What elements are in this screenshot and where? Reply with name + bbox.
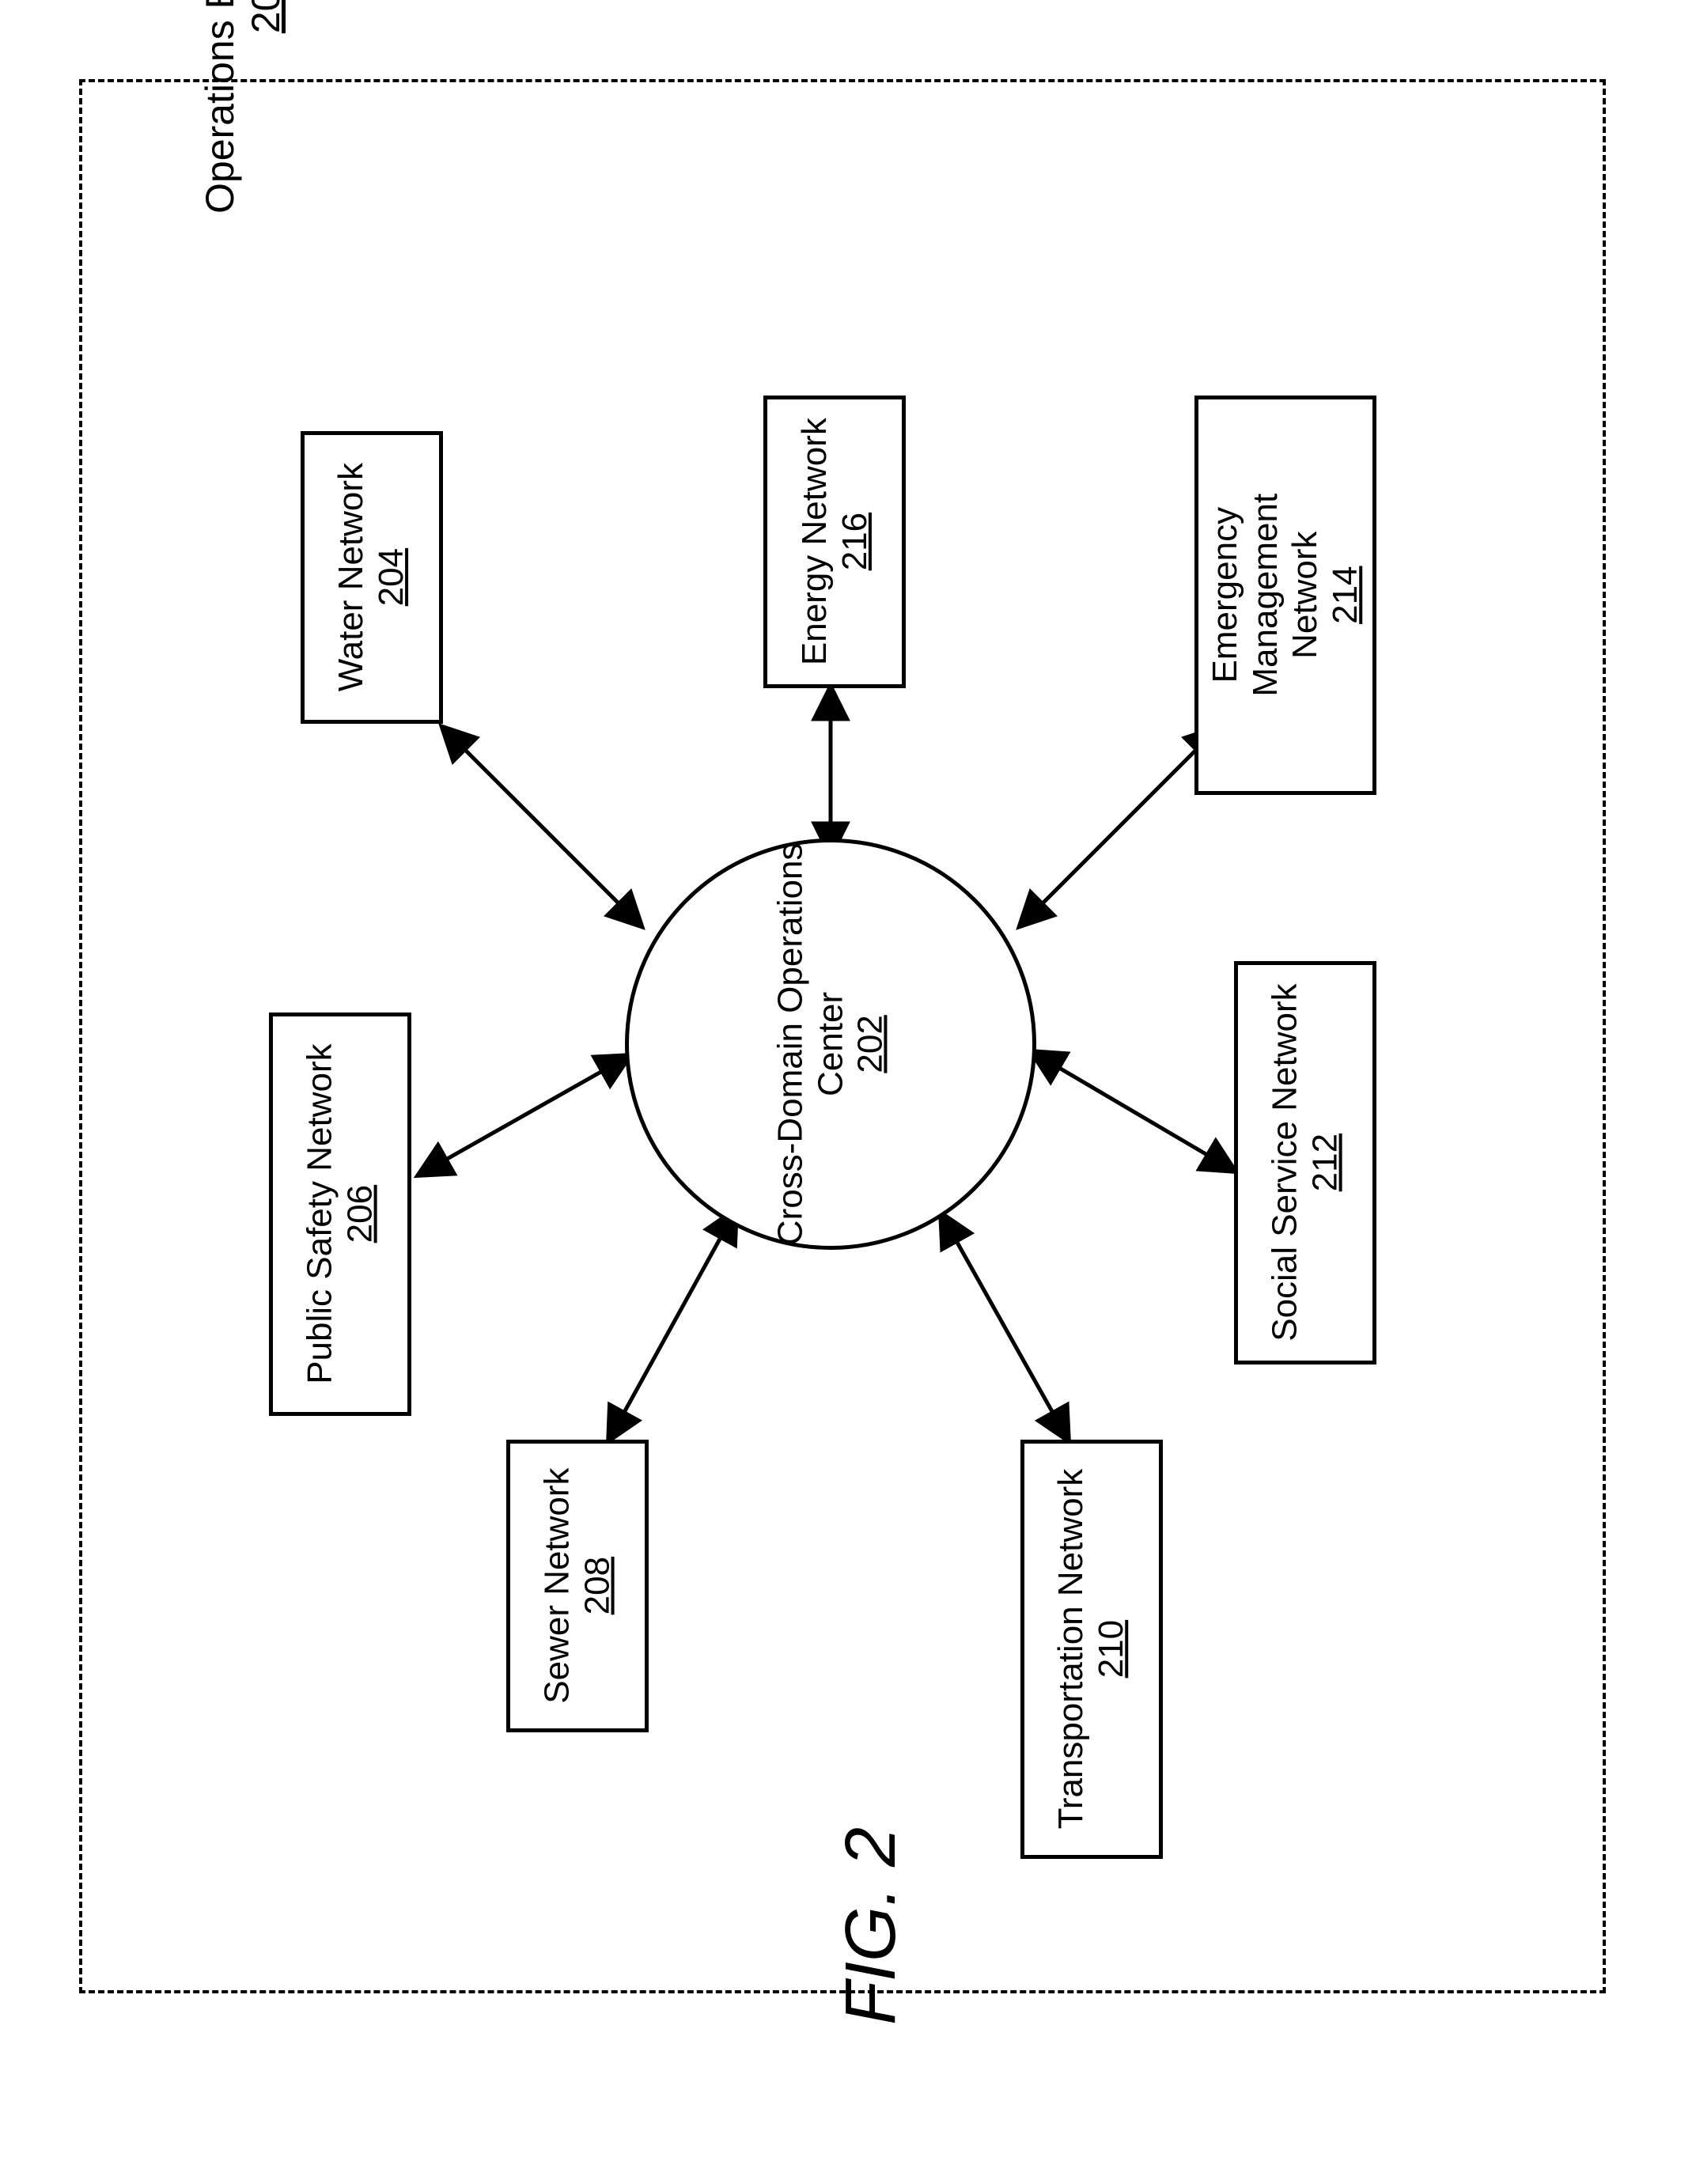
emergency-management-network-label: Emergency Management Network 214 — [1206, 494, 1365, 697]
social-service-network-node: Social Service Network 212 — [1234, 961, 1376, 1365]
env-label-text: Operations Environment — [198, 0, 242, 214]
energy-network-label: Energy Network 216 — [794, 418, 874, 665]
transportation-network-node: Transportation Network 210 — [1020, 1440, 1163, 1859]
operations-environment-label: Operations Environment 200 — [198, 0, 289, 214]
hub-label: Cross-Domain Operations Center 202 — [770, 843, 891, 1246]
figure-caption: FIG. 2 — [831, 1827, 912, 2025]
transportation-network-label: Transportation Network 210 — [1051, 1469, 1131, 1830]
env-label-ref: 200 — [244, 0, 288, 33]
public-safety-network-label: Public Safety Network 206 — [300, 1044, 380, 1384]
page: Operations Environment 200 Cross-Domain … — [0, 0, 1696, 2184]
public-safety-network-node: Public Safety Network 206 — [269, 1013, 411, 1416]
water-network-node: Water Network 204 — [301, 431, 443, 724]
emergency-management-network-node: Emergency Management Network 214 — [1194, 396, 1376, 795]
social-service-network-label: Social Service Network 212 — [1265, 984, 1345, 1342]
sewer-network-label: Sewer Network 208 — [537, 1468, 617, 1704]
cross-domain-operations-center: Cross-Domain Operations Center 202 — [625, 838, 1036, 1250]
water-network-label: Water Network 204 — [331, 463, 411, 691]
sewer-network-node: Sewer Network 208 — [506, 1440, 649, 1732]
energy-network-node: Energy Network 216 — [763, 396, 906, 688]
